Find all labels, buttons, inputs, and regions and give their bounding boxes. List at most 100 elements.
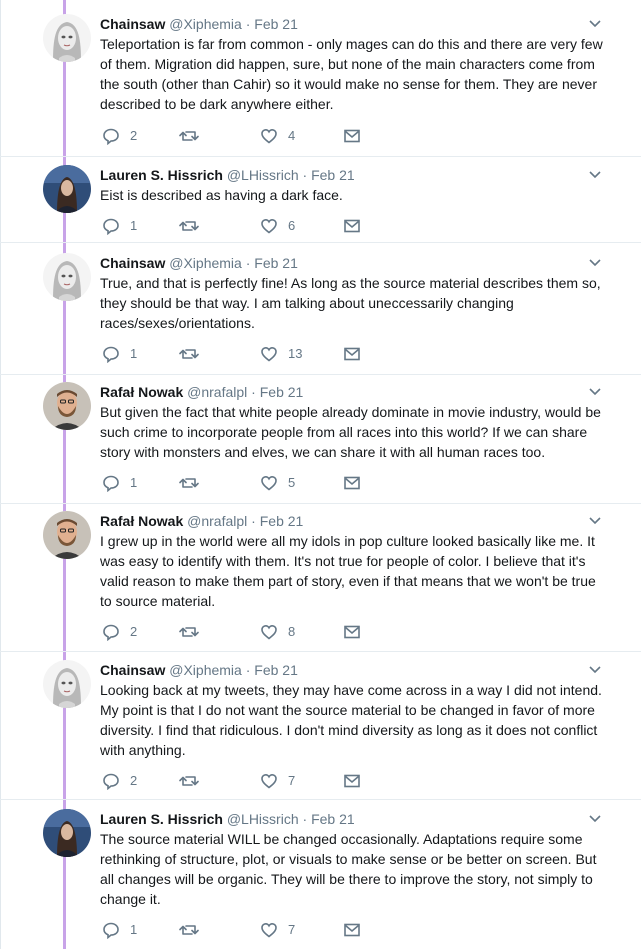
avatar[interactable] xyxy=(43,809,91,857)
avatar[interactable] xyxy=(43,660,91,708)
author-handle[interactable]: @LHissrich xyxy=(227,167,299,183)
reply-count: 2 xyxy=(130,128,138,143)
like-button[interactable]: 8 xyxy=(260,622,295,642)
tweet-text: Eist is described as having a dark face. xyxy=(100,187,343,203)
tweet[interactable]: Rafał Nowak @nrafalpl · Feb 21 I grew up… xyxy=(0,511,641,652)
retweet-button[interactable] xyxy=(179,920,209,940)
tweet[interactable]: Lauren S. Hissrich @LHissrich · Feb 21 T… xyxy=(0,809,641,949)
tweet-date[interactable]: Feb 21 xyxy=(260,384,304,400)
tweet[interactable]: Chainsaw @Xiphemia · Feb 21 Teleportatio… xyxy=(0,14,641,157)
separator-dot: · xyxy=(245,255,251,271)
chevron-down-icon[interactable] xyxy=(587,255,603,271)
heart-icon xyxy=(261,346,277,362)
avatar[interactable] xyxy=(43,511,91,559)
retweet-button[interactable] xyxy=(179,344,209,364)
like-button[interactable]: 6 xyxy=(260,216,295,236)
tweet-actions: 2 8 xyxy=(100,622,400,642)
chevron-down-icon[interactable] xyxy=(587,384,603,400)
like-button[interactable]: 7 xyxy=(260,771,295,791)
chevron-down-icon[interactable] xyxy=(587,662,603,678)
retweet-icon xyxy=(179,925,199,935)
message-button[interactable] xyxy=(343,771,361,791)
avatar[interactable] xyxy=(43,382,91,430)
author-handle[interactable]: @Xiphemia xyxy=(169,662,242,678)
author-name[interactable]: Chainsaw xyxy=(100,662,165,678)
avatar[interactable] xyxy=(43,14,91,62)
tweet-actions: 1 6 xyxy=(100,216,400,236)
tweet-header: Chainsaw @Xiphemia · Feb 21 xyxy=(100,253,298,273)
heart-icon xyxy=(261,218,277,234)
heart-icon xyxy=(261,922,277,938)
chevron-down-icon[interactable] xyxy=(587,811,603,827)
chevron-down-icon[interactable] xyxy=(587,167,603,183)
reply-button[interactable]: 2 xyxy=(102,622,137,642)
tweet-date[interactable]: Feb 21 xyxy=(254,255,298,271)
author-name[interactable]: Rafał Nowak xyxy=(100,513,183,529)
reply-count: 2 xyxy=(130,624,138,639)
tweet-date[interactable]: Feb 21 xyxy=(311,167,355,183)
thread-view: Chainsaw @Xiphemia · Feb 21 Teleportatio… xyxy=(0,0,641,949)
message-button[interactable] xyxy=(343,126,361,146)
heart-icon xyxy=(261,773,277,789)
author-name[interactable]: Lauren S. Hissrich xyxy=(100,811,223,827)
message-button[interactable] xyxy=(343,473,361,493)
avatar[interactable] xyxy=(43,253,91,301)
message-button[interactable] xyxy=(343,344,361,364)
tweet-header: Chainsaw @Xiphemia · Feb 21 xyxy=(100,14,298,34)
heart-icon xyxy=(261,475,277,491)
tweet-actions: 1 7 xyxy=(100,920,400,940)
tweet-date[interactable]: Feb 21 xyxy=(254,16,298,32)
tweet-text: I grew up in the world were all my idols… xyxy=(100,533,596,609)
message-button[interactable] xyxy=(343,622,361,642)
author-name[interactable]: Lauren S. Hissrich xyxy=(100,167,223,183)
retweet-button[interactable] xyxy=(179,473,209,493)
tweet-text: Teleportation is far from common - only … xyxy=(100,36,603,112)
like-count: 4 xyxy=(288,128,296,143)
tweet-actions: 2 7 xyxy=(100,771,400,791)
message-button[interactable] xyxy=(343,920,361,940)
chevron-down-icon[interactable] xyxy=(587,16,603,32)
separator-dot: · xyxy=(302,167,308,183)
tweet[interactable]: Chainsaw @Xiphemia · Feb 21 True, and th… xyxy=(0,253,641,375)
reply-button[interactable]: 1 xyxy=(102,344,137,364)
tweet-date[interactable]: Feb 21 xyxy=(254,662,298,678)
tweet-date[interactable]: Feb 21 xyxy=(311,811,355,827)
author-handle[interactable]: @nrafalpl xyxy=(187,513,247,529)
retweet-button[interactable] xyxy=(179,126,209,146)
retweet-button[interactable] xyxy=(179,771,209,791)
like-button[interactable]: 13 xyxy=(260,344,302,364)
envelope-icon xyxy=(344,923,360,937)
tweet[interactable]: Chainsaw @Xiphemia · Feb 21 Looking back… xyxy=(0,660,641,800)
reply-icon xyxy=(103,218,119,235)
like-count: 7 xyxy=(288,922,296,937)
like-button[interactable]: 5 xyxy=(260,473,295,493)
like-button[interactable]: 4 xyxy=(260,126,295,146)
reply-button[interactable]: 2 xyxy=(102,126,137,146)
reply-icon xyxy=(103,128,119,145)
avatar[interactable] xyxy=(43,165,91,213)
like-button[interactable]: 7 xyxy=(260,920,295,940)
tweet[interactable]: Lauren S. Hissrich @LHissrich · Feb 21 E… xyxy=(0,165,641,243)
envelope-icon xyxy=(344,347,360,361)
author-handle[interactable]: @LHissrich xyxy=(227,811,299,827)
author-name[interactable]: Chainsaw xyxy=(100,255,165,271)
reply-button[interactable]: 1 xyxy=(102,216,137,236)
tweet-date[interactable]: Feb 21 xyxy=(260,513,304,529)
author-handle[interactable]: @Xiphemia xyxy=(169,16,242,32)
author-name[interactable]: Chainsaw xyxy=(100,16,165,32)
tweet[interactable]: Rafał Nowak @nrafalpl · Feb 21 But given… xyxy=(0,382,641,504)
reply-button[interactable]: 1 xyxy=(102,920,137,940)
like-count: 7 xyxy=(288,773,296,788)
author-name[interactable]: Rafał Nowak xyxy=(100,384,183,400)
retweet-button[interactable] xyxy=(179,216,209,236)
message-button[interactable] xyxy=(343,216,361,236)
reply-button[interactable]: 1 xyxy=(102,473,137,493)
author-handle[interactable]: @nrafalpl xyxy=(187,384,247,400)
author-handle[interactable]: @Xiphemia xyxy=(169,255,242,271)
separator-dot: · xyxy=(251,513,256,529)
chevron-down-icon[interactable] xyxy=(587,513,603,529)
separator-dot: · xyxy=(245,16,251,32)
reply-button[interactable]: 2 xyxy=(102,771,137,791)
retweet-button[interactable] xyxy=(179,622,209,642)
reply-count: 2 xyxy=(130,773,138,788)
